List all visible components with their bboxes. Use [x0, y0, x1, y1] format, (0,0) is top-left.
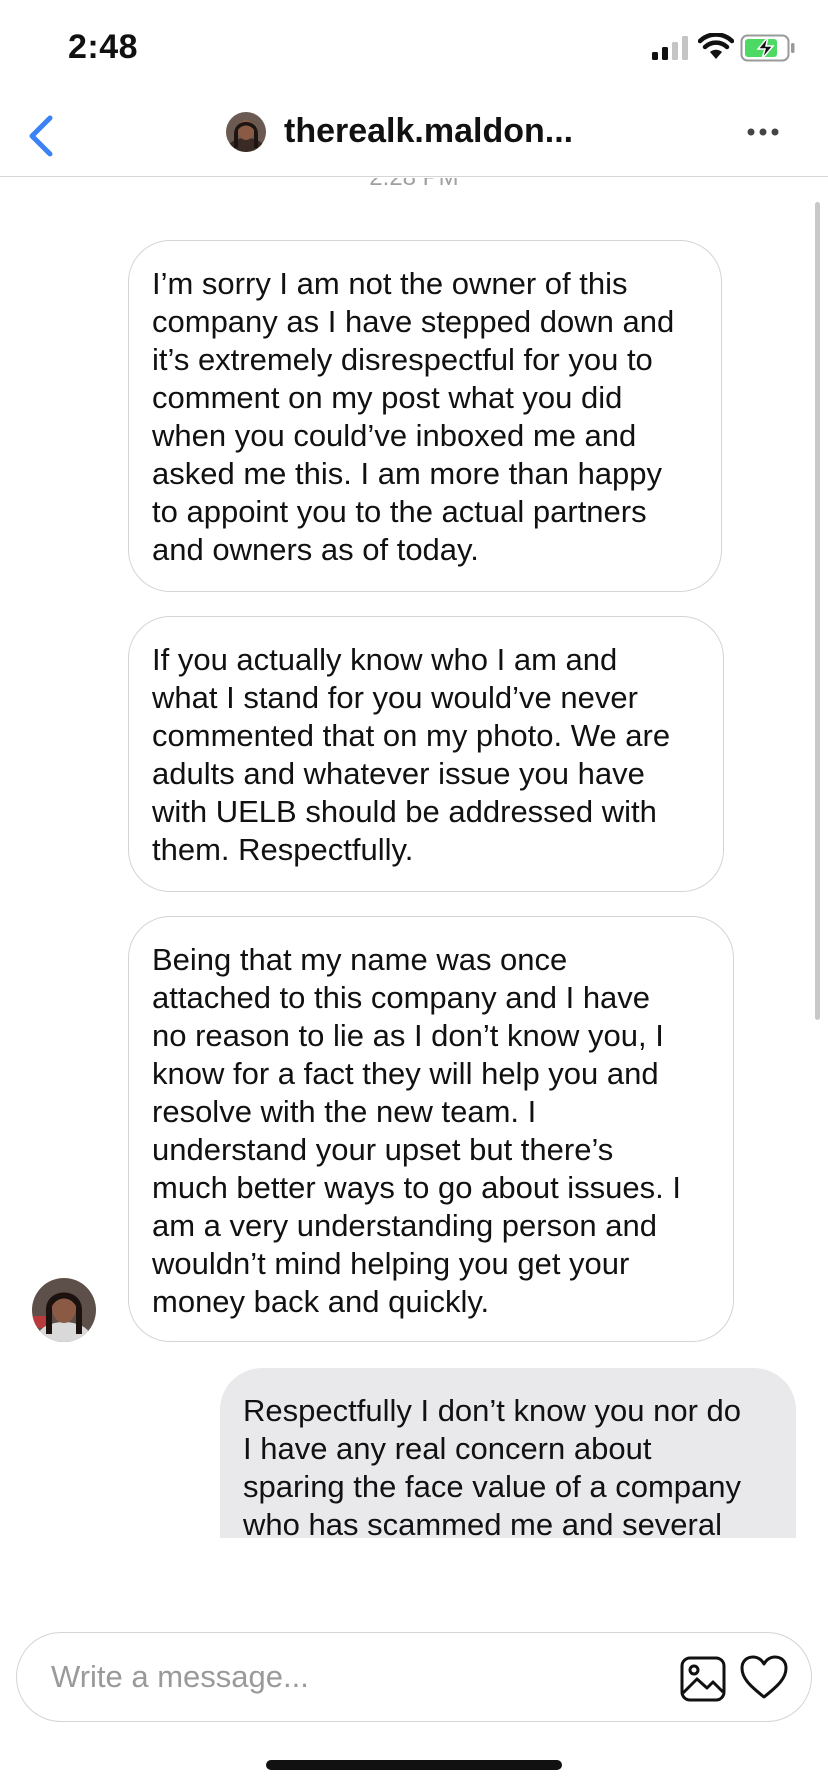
message-line: Being that my name was once [152, 942, 568, 977]
message-line: when you could’ve inboxed me and [152, 418, 637, 453]
message-input[interactable] [51, 1655, 611, 1699]
battery-charging-icon [740, 34, 795, 62]
message-line: much better ways to go about issues. I [152, 1170, 681, 1205]
cellular-signal-icon [652, 36, 688, 60]
message-line: what I stand for you would’ve never [152, 680, 638, 715]
message-line: Respectfully I don’t know you nor do [243, 1393, 741, 1428]
message-line: company as I have stepped down and [152, 304, 675, 339]
message-line: sparing the face value of a company [243, 1469, 742, 1504]
status-bar: 2:48 [0, 0, 828, 100]
sender-avatar[interactable] [32, 1278, 96, 1342]
more-options-button[interactable] [740, 112, 790, 152]
message-line: wouldn’t mind helping you get your [152, 1246, 630, 1281]
back-button[interactable] [18, 108, 62, 164]
message-line: attached to this company and I have [152, 980, 651, 1015]
message-line: If you actually know who I am and [152, 642, 618, 677]
image-icon[interactable] [679, 1655, 727, 1703]
status-time: 2:48 [68, 28, 139, 66]
message-line: adults and whatever issue you have [152, 756, 645, 791]
message-line: and owners as of today. [152, 532, 479, 567]
conversation-header: therealk.maldon... [0, 100, 828, 177]
scrollbar[interactable] [815, 202, 820, 1020]
message-line: know for a fact they will help you and [152, 1056, 659, 1091]
incoming-message-bubble[interactable]: Being that my name was once attached to … [128, 916, 734, 1342]
message-line: comment on my post what you did [152, 380, 623, 415]
header-avatar[interactable] [226, 112, 266, 152]
message-timestamp: 2:28 PM [0, 178, 828, 192]
message-line: them. Respectfully. [152, 832, 414, 867]
message-line: am a very understanding person and [152, 1208, 657, 1243]
heart-icon[interactable] [739, 1653, 789, 1703]
message-line: who has scammed me and several [243, 1507, 723, 1538]
message-line: money back and quickly. [152, 1284, 490, 1319]
outgoing-message-bubble[interactable]: Respectfully I don’t know you nor do I h… [220, 1368, 796, 1538]
home-indicator [266, 1760, 562, 1770]
message-line: no reason to lie as I don’t know you, I [152, 1018, 664, 1053]
message-line: I have any real concern about [243, 1431, 652, 1466]
header-username[interactable]: therealk.maldon... [284, 112, 573, 151]
message-line: with UELB should be addressed with [152, 794, 657, 829]
message-composer [16, 1632, 812, 1722]
message-thread[interactable]: 2:28 PM I’m sorry I am not the owner of … [0, 178, 828, 1538]
incoming-message-bubble[interactable]: I’m sorry I am not the owner of this com… [128, 240, 722, 592]
incoming-message-bubble[interactable]: If you actually know who I am and what I… [128, 616, 724, 892]
message-line: to appoint you to the actual partners [152, 494, 647, 529]
message-line: commented that on my photo. We are [152, 718, 671, 753]
message-line: I’m sorry I am not the owner of this [152, 266, 628, 301]
message-line: it’s extremely disrespectful for you to [152, 342, 653, 377]
message-line: resolve with the new team. I [152, 1094, 537, 1129]
message-line: understand your upset but there’s [152, 1132, 614, 1167]
wifi-icon [698, 33, 734, 59]
message-line: asked me this. I am more than happy [152, 456, 663, 491]
